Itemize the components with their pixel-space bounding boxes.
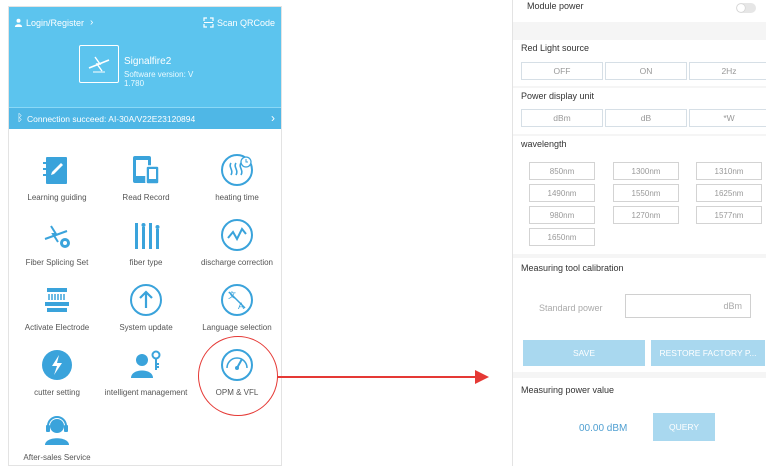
login-register-link[interactable]: Login/Register › (14, 17, 93, 28)
menu-item-system-update[interactable]: System update (100, 283, 192, 333)
bluetooth-icon: ᛒ (17, 113, 23, 124)
highlight-circle (198, 336, 278, 416)
menu-item-label: cutter setting (34, 388, 80, 397)
device-name: Signalfire2 (124, 56, 172, 67)
unit-watt-button[interactable]: *W (689, 109, 766, 127)
connection-status: ᛒ Connection succeed: AI-30A/V22E2312089… (17, 113, 195, 124)
cutter-bolt-icon (40, 348, 74, 382)
menu-item-read-record[interactable]: Read Record (100, 153, 192, 203)
menu-item-label: After-sales Service (23, 453, 91, 462)
menu-item-label: Activate Electrode (24, 323, 90, 332)
red-light-2hz-button[interactable]: 2Hz (689, 62, 766, 80)
electrode-icon (40, 283, 74, 317)
module-power-toggle[interactable] (736, 3, 756, 13)
calibration-title: Measuring tool calibration (521, 263, 624, 273)
menu-item-language-selection[interactable]: 文A Language selection (191, 283, 281, 333)
device-card[interactable]: Signalfire2 Software version: V 1.780 (79, 45, 209, 88)
fiber-type-icon (129, 218, 163, 252)
red-light-off-button[interactable]: OFF (521, 62, 603, 80)
menu-item-label: discharge correction (200, 258, 274, 267)
menu-item-label: Language selection (202, 323, 272, 332)
standard-power-unit: dBm (723, 301, 742, 311)
power-unit-title: Power display unit (521, 91, 595, 101)
discharge-wave-icon (220, 218, 254, 252)
menu-item-heating-time[interactable]: heating time (191, 153, 281, 203)
chevron-right-icon: › (90, 17, 94, 28)
wavelength-section: wavelength 850nm 1300nm 1310nm 1490nm 15… (513, 136, 766, 254)
wavelength-option[interactable]: 980nm (529, 206, 595, 224)
menu-item-label: intelligent management (104, 388, 188, 397)
connection-status-text: Connection succeed: AI-30A/V22E23120894 (27, 113, 196, 124)
wavelength-option[interactable]: 1490nm (529, 184, 595, 202)
opm-vfl-screen: Module power Red Light source OFF ON 2Hz… (512, 0, 766, 466)
wavelength-option[interactable]: 1310nm (696, 162, 762, 180)
connection-bar[interactable]: ᛒ Connection succeed: AI-30A/V22E2312089… (9, 107, 281, 129)
restore-factory-button[interactable]: RESTORE FACTORY P... (651, 340, 765, 366)
red-light-section: Red Light source OFF ON 2Hz (513, 40, 766, 86)
scan-label: Scan QRCode (216, 17, 275, 28)
wavelength-option[interactable]: 1300nm (613, 162, 679, 180)
menu-item-fiber-splicing-set[interactable]: Fiber Splicing Set (11, 218, 103, 268)
wavelength-option[interactable]: 1550nm (613, 184, 679, 202)
tablet-records-icon (129, 153, 163, 187)
power-unit-section: Power display unit dBm dB *W (513, 88, 766, 134)
module-power-label: Module power (527, 1, 584, 11)
menu-item-label: heating time (215, 193, 259, 202)
menu-item-intelligent-management[interactable]: intelligent management (100, 348, 192, 398)
module-power-row: Module power (513, 0, 766, 22)
measured-power-value: 00.00 dBM (579, 423, 628, 434)
pointer-arrow-head (475, 370, 489, 384)
language-icon: 文A (220, 283, 254, 317)
header-bar: Login/Register › Scan QRCode Signalfire2… (9, 7, 281, 107)
menu-item-label: System update (119, 323, 173, 332)
wavelength-option[interactable]: 1577nm (696, 206, 762, 224)
wavelength-option[interactable]: 1625nm (696, 184, 762, 202)
splicer-device-icon (79, 45, 119, 83)
pointer-arrow-line (277, 376, 477, 378)
menu-item-after-sales-service[interactable]: After-sales Service (11, 413, 103, 463)
menu-item-label: Read Record (122, 193, 170, 202)
splice-gear-icon (40, 218, 74, 252)
standard-power-input[interactable]: dBm (625, 294, 751, 318)
headset-agent-icon (40, 413, 74, 447)
standard-power-label: Standard power (539, 303, 603, 313)
query-button[interactable]: QUERY (653, 413, 715, 441)
notebook-pen-icon (40, 153, 74, 187)
user-icon (14, 18, 23, 27)
save-button[interactable]: SAVE (523, 340, 645, 366)
heating-clock-icon (220, 153, 254, 187)
login-label: Login/Register (26, 17, 85, 28)
unit-db-button[interactable]: dB (605, 109, 687, 127)
measuring-title: Measuring power value (521, 385, 615, 395)
wavelength-option[interactable]: 1270nm (613, 206, 679, 224)
red-light-on-button[interactable]: ON (605, 62, 687, 80)
red-light-title: Red Light source (521, 43, 590, 53)
menu-item-fiber-type[interactable]: fiber type (100, 218, 192, 268)
menu-item-cutter-setting[interactable]: cutter setting (11, 348, 103, 398)
svg-text:A: A (238, 301, 244, 311)
menu-item-label: Fiber Splicing Set (25, 258, 89, 267)
menu-item-discharge-correction[interactable]: discharge correction (191, 218, 281, 268)
svg-text:文: 文 (228, 290, 236, 300)
menu-item-activate-electrode[interactable]: Activate Electrode (11, 283, 103, 333)
menu-item-learning-guiding[interactable]: Learning guiding (11, 153, 103, 203)
wavelength-option[interactable]: 850nm (529, 162, 595, 180)
wavelength-title: wavelength (521, 139, 567, 149)
user-key-icon (129, 348, 163, 382)
measuring-section: Measuring power value (513, 378, 766, 466)
menu-item-label: Learning guiding (27, 193, 87, 202)
upload-arrow-icon (129, 283, 163, 317)
menu-item-label: fiber type (129, 258, 163, 267)
scan-qrcode-button[interactable]: Scan QRCode (203, 17, 275, 28)
software-version: Software version: V 1.780 (124, 70, 194, 88)
wavelength-option[interactable]: 1650nm (529, 228, 595, 246)
chevron-right-icon: › (271, 111, 275, 125)
unit-dbm-button[interactable]: dBm (521, 109, 603, 127)
scan-icon (203, 17, 214, 28)
